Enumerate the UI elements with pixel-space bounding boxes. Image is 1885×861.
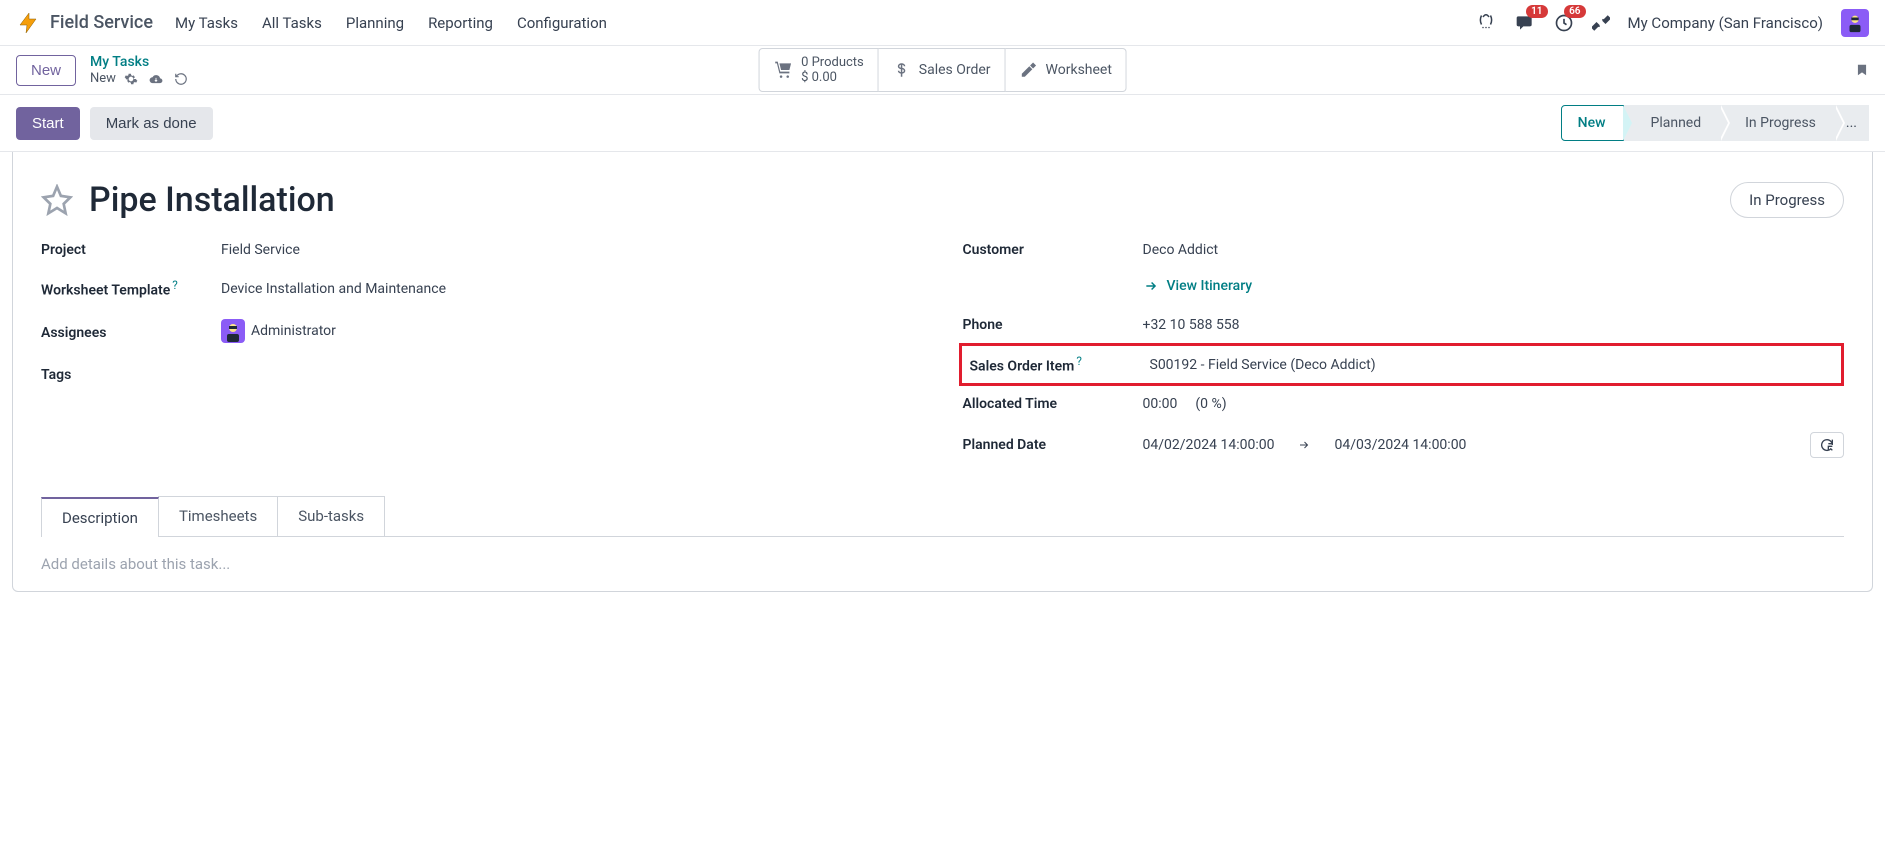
label-project: Project <box>41 242 221 258</box>
description-input[interactable]: Add details about this task... <box>41 555 1844 573</box>
stat-products[interactable]: 0 Products $ 0.00 <box>758 48 879 92</box>
nav-reporting[interactable]: Reporting <box>428 14 493 32</box>
label-allocated-time: Allocated Time <box>963 396 1143 412</box>
stat-products-amount: $ 0.00 <box>801 70 864 85</box>
label-sales-order-item: Sales Order Item? <box>970 354 1150 375</box>
help-icon[interactable]: ? <box>172 278 178 292</box>
nav-planning[interactable]: Planning <box>346 14 404 32</box>
tab-description[interactable]: Description <box>41 497 159 537</box>
tab-timesheets[interactable]: Timesheets <box>158 496 278 536</box>
value-project[interactable]: Field Service <box>221 242 923 258</box>
chat-badge: 11 <box>1526 5 1547 18</box>
status-bar: Start Mark as done New Planned In Progre… <box>0 95 1885 152</box>
value-sales-order-item[interactable]: S00192 - Field Service (Deco Addict) <box>1150 357 1838 373</box>
stage-in-progress[interactable]: In Progress <box>1719 105 1834 141</box>
pencil-icon <box>1020 61 1038 79</box>
tab-content: Add details about this task... <box>41 537 1844 591</box>
value-phone[interactable]: +32 10 588 558 <box>1143 317 1845 333</box>
stage-planned[interactable]: Planned <box>1624 105 1719 141</box>
gear-icon[interactable] <box>124 72 138 86</box>
start-button[interactable]: Start <box>16 107 80 140</box>
nav-configuration[interactable]: Configuration <box>517 14 607 32</box>
assignee-chip[interactable]: Administrator <box>221 319 336 343</box>
tools-icon[interactable] <box>1592 14 1610 32</box>
priority-star-icon[interactable] <box>41 184 73 216</box>
value-planned-date-start[interactable]: 04/02/2024 14:00:00 <box>1143 437 1275 453</box>
activity-icon[interactable]: 66 <box>1554 13 1574 33</box>
value-customer[interactable]: Deco Addict <box>1143 242 1845 258</box>
stat-sales-order[interactable]: Sales Order <box>879 48 1006 92</box>
label-tags: Tags <box>41 367 221 383</box>
mark-done-button[interactable]: Mark as done <box>90 107 213 140</box>
stage-new[interactable]: New <box>1561 105 1625 141</box>
cloud-icon[interactable] <box>148 72 164 86</box>
stat-worksheet[interactable]: Worksheet <box>1006 48 1127 92</box>
value-allocated-time[interactable]: 00:00 (0 %) <box>1143 396 1845 412</box>
assignee-name: Administrator <box>251 323 336 339</box>
tab-subtasks[interactable]: Sub-tasks <box>277 496 385 536</box>
cart-icon <box>773 60 793 80</box>
form-sheet: Pipe Installation In Progress Project Fi… <box>12 152 1873 592</box>
refresh-button[interactable] <box>1810 432 1844 458</box>
breadcrumb-parent[interactable]: My Tasks <box>90 54 188 71</box>
help-icon[interactable]: ? <box>1076 354 1082 368</box>
undo-icon[interactable] <box>174 72 188 86</box>
arrow-right-icon <box>1296 439 1312 451</box>
label-worksheet-template: Worksheet Template? <box>41 278 221 299</box>
control-panel: New My Tasks New 0 Products $ 0.00 Sale <box>0 46 1885 95</box>
stat-sales-order-label: Sales Order <box>919 62 991 78</box>
label-phone: Phone <box>963 317 1143 333</box>
activity-badge: 66 <box>1564 5 1585 18</box>
breadcrumb-current: New <box>90 71 116 87</box>
company-selector[interactable]: My Company (San Francisco) <box>1628 14 1823 32</box>
top-nav: Field Service My Tasks All Tasks Plannin… <box>0 0 1885 46</box>
dollar-icon <box>893 60 911 80</box>
value-worksheet-template[interactable]: Device Installation and Maintenance <box>221 281 923 297</box>
app-name[interactable]: Field Service <box>50 12 153 33</box>
arrow-right-icon <box>1143 279 1159 293</box>
label-planned-date: Planned Date <box>963 437 1143 453</box>
tab-bar: Description Timesheets Sub-tasks <box>41 496 1844 537</box>
user-avatar[interactable] <box>1841 9 1869 37</box>
view-itinerary-link[interactable]: View Itinerary <box>1143 278 1253 294</box>
stat-worksheet-label: Worksheet <box>1046 62 1112 78</box>
new-button[interactable]: New <box>16 55 76 86</box>
value-planned-date-end[interactable]: 04/03/2024 14:00:00 <box>1334 437 1466 453</box>
task-title[interactable]: Pipe Installation <box>89 180 335 220</box>
nav-all-tasks[interactable]: All Tasks <box>262 14 322 32</box>
label-assignees: Assignees <box>41 325 221 341</box>
nav-menu: My Tasks All Tasks Planning Reporting Co… <box>175 14 607 32</box>
stat-products-count: 0 Products <box>801 55 864 70</box>
assignee-avatar-icon <box>221 319 245 343</box>
stage-bar: New Planned In Progress ... <box>1561 105 1869 141</box>
status-pill[interactable]: In Progress <box>1730 182 1844 218</box>
voip-icon[interactable] <box>1476 14 1496 32</box>
label-customer: Customer <box>963 242 1143 258</box>
app-logo-icon[interactable] <box>16 11 40 35</box>
nav-my-tasks[interactable]: My Tasks <box>175 14 238 32</box>
bookmark-icon[interactable] <box>1855 60 1869 80</box>
highlighted-sales-order-item: Sales Order Item? S00192 - Field Service… <box>959 343 1845 386</box>
chat-icon[interactable]: 11 <box>1514 13 1536 33</box>
breadcrumb: My Tasks New <box>90 54 188 86</box>
